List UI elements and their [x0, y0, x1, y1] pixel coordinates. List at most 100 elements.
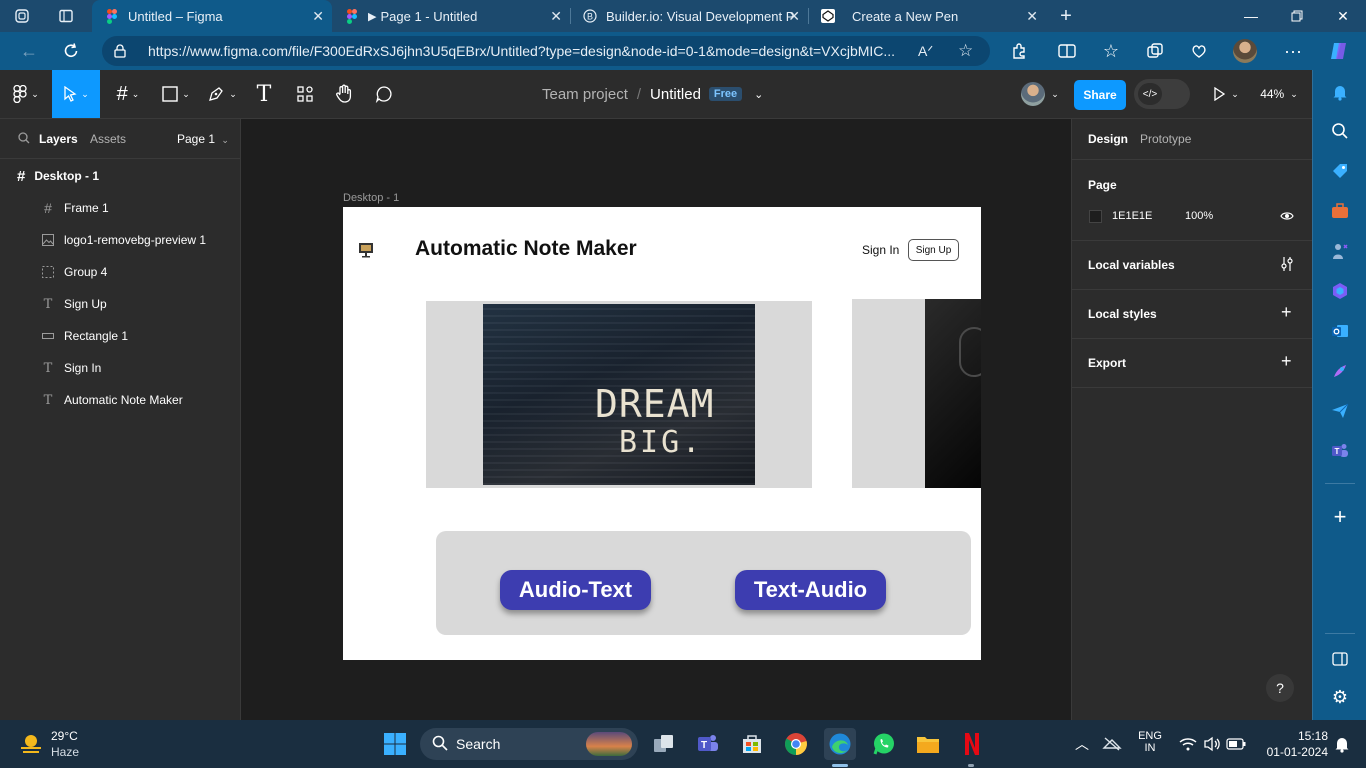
page-color-swatch[interactable] — [1089, 210, 1102, 223]
design-sign-up[interactable]: Sign Up — [908, 239, 959, 261]
task-view-icon[interactable] — [648, 728, 680, 760]
tab-assets[interactable]: Assets — [90, 132, 126, 146]
layer-row-rectangle-1[interactable]: Rectangle 1 — [0, 320, 240, 352]
search-icon[interactable] — [1328, 119, 1352, 143]
copilot-icon[interactable] — [1322, 32, 1356, 70]
local-styles-title[interactable]: Local styles — [1088, 307, 1157, 321]
shape-tool-button[interactable]: ⌄ — [156, 70, 196, 118]
resources-button[interactable] — [290, 70, 320, 118]
microsoft-store-icon[interactable] — [736, 728, 768, 760]
designer-icon[interactable] — [1328, 359, 1352, 383]
audio-text-button[interactable]: Audio-Text — [500, 570, 651, 610]
add-style-plus-icon[interactable]: + — [1281, 302, 1292, 323]
local-variables-title[interactable]: Local variables — [1088, 258, 1175, 272]
file-explorer-icon[interactable] — [912, 728, 944, 760]
teams-taskbar-icon[interactable]: T — [692, 728, 724, 760]
edge-taskbar-icon[interactable] — [824, 728, 856, 760]
close-tab-icon[interactable]: ✕ — [1026, 8, 1038, 25]
dream-big-image[interactable]: DREAM BIG. — [483, 304, 755, 485]
carousel-slide-1[interactable]: DREAM BIG. — [426, 301, 812, 488]
variables-adjust-icon[interactable] — [1280, 256, 1294, 277]
page-color-hex[interactable]: 1E1E1E — [1112, 210, 1152, 222]
extensions-icon[interactable] — [1002, 32, 1036, 70]
microsoft365-icon[interactable] — [1328, 279, 1352, 303]
comment-tool-button[interactable] — [370, 70, 398, 118]
move-tool-button[interactable]: ⌄ — [52, 70, 100, 118]
frame-tool-button[interactable]: # ⌄ — [108, 70, 148, 118]
frame-label[interactable]: Desktop - 1 — [343, 192, 399, 204]
hide-sidebar-icon[interactable] — [1328, 647, 1352, 671]
file-name[interactable]: Untitled — [650, 86, 701, 103]
hand-tool-button[interactable] — [330, 70, 358, 118]
chevron-down-icon[interactable]: ⌄ — [754, 88, 763, 101]
collections-icon[interactable] — [1138, 32, 1172, 70]
layer-row-frame-1[interactable]: # Frame 1 — [0, 192, 240, 224]
battery-icon[interactable] — [1220, 728, 1252, 760]
export-title[interactable]: Export — [1088, 356, 1126, 370]
favorites-icon[interactable]: ☆ — [1094, 32, 1128, 70]
split-screen-icon[interactable] — [1050, 32, 1084, 70]
read-aloud-icon[interactable]: Aᐟ — [918, 43, 933, 60]
add-export-plus-icon[interactable]: + — [1281, 351, 1292, 372]
tab-codepen[interactable]: Create a New Pen ✕ — [810, 0, 1046, 32]
present-button[interactable]: ⌄ — [1206, 70, 1246, 118]
taskbar-search-box[interactable]: Search — [420, 728, 638, 760]
user-avatar-button[interactable]: ⌄ — [1016, 70, 1064, 118]
eye-icon[interactable] — [1280, 209, 1294, 227]
breadcrumb-team[interactable]: Team project — [542, 86, 628, 103]
teams-icon[interactable]: T — [1328, 439, 1352, 463]
tab-figma-untitled[interactable]: Untitled – Figma ✕ — [92, 0, 332, 32]
new-tab-icon[interactable]: + — [1054, 0, 1078, 32]
chrome-icon[interactable] — [780, 728, 812, 760]
network-offline-icon[interactable] — [1096, 728, 1128, 760]
layer-row-group-4[interactable]: Group 4 — [0, 256, 240, 288]
clock[interactable]: 15:18 01-01-2024 — [1258, 729, 1328, 759]
tab-layers[interactable]: Layers — [39, 132, 78, 146]
help-button[interactable]: ? — [1266, 674, 1294, 702]
language-indicator[interactable]: ENG IN — [1138, 730, 1162, 754]
netflix-icon[interactable] — [956, 728, 988, 760]
outlook-icon[interactable] — [1328, 319, 1352, 343]
add-sidebar-app-plus-icon[interactable]: + — [1328, 504, 1352, 529]
dev-mode-toggle[interactable]: </> — [1134, 79, 1190, 109]
back-icon[interactable]: ← — [12, 32, 46, 70]
close-window-icon[interactable]: ✕ — [1320, 0, 1366, 32]
address-bar[interactable]: https://www.figma.com/file/F300EdRxSJ6jh… — [102, 36, 990, 66]
refresh-icon[interactable] — [54, 32, 88, 70]
close-tab-icon[interactable]: ✕ — [788, 8, 800, 25]
layer-row-automatic-note-maker[interactable]: T Automatic Note Maker — [0, 384, 240, 416]
text-tool-button[interactable]: T — [250, 70, 278, 118]
notifications-bell-icon[interactable] — [1326, 728, 1358, 760]
desktop-frame[interactable]: Automatic Note Maker Sign In Sign Up DRE… — [343, 207, 981, 660]
minimize-icon[interactable]: — — [1228, 0, 1274, 32]
zoom-dropdown[interactable]: 44% ⌄ — [1254, 70, 1304, 118]
restore-icon[interactable] — [1274, 0, 1320, 32]
design-sign-in[interactable]: Sign In — [862, 243, 899, 257]
page-selector[interactable]: Page 1 ⌄ — [177, 132, 229, 146]
weather-haze-icon[interactable] — [18, 731, 44, 762]
tools-briefcase-icon[interactable] — [1328, 199, 1352, 223]
text-audio-button[interactable]: Text-Audio — [735, 570, 886, 610]
weather-temperature[interactable]: 29°C — [51, 729, 78, 743]
tab-prototype[interactable]: Prototype — [1140, 132, 1191, 146]
layer-row-logo[interactable]: logo1-removebg-preview 1 — [0, 224, 240, 256]
windows-start-icon[interactable] — [379, 728, 411, 760]
main-menu-button[interactable]: ⌄ — [6, 70, 46, 118]
close-tab-icon[interactable]: ✕ — [550, 8, 562, 25]
rectangle-1[interactable]: Audio-Text Text-Audio — [436, 531, 971, 635]
favorite-star-icon[interactable]: ☆ — [958, 41, 973, 61]
tab-actions-icon[interactable] — [58, 0, 80, 32]
shopping-tag-icon[interactable] — [1328, 159, 1352, 183]
pen-tool-button[interactable]: ⌄ — [202, 70, 242, 118]
profile-avatar[interactable] — [1228, 32, 1262, 70]
layer-row-sign-in[interactable]: T Sign In — [0, 352, 240, 384]
settings-more-icon[interactable]: ··· — [1276, 32, 1310, 70]
workspaces-icon[interactable] — [14, 0, 40, 32]
design-canvas[interactable]: Desktop - 1 Automatic Note Maker Sign In… — [241, 119, 1071, 720]
search-icon[interactable] — [18, 132, 30, 147]
whatsapp-icon[interactable] — [868, 728, 900, 760]
close-tab-icon[interactable]: ✕ — [312, 8, 324, 25]
layer-row-desktop-1[interactable]: # Desktop - 1 — [0, 160, 240, 192]
carousel-slide-2[interactable] — [852, 299, 981, 488]
tab-builder-io[interactable]: B Builder.io: Visual Development P ✕ — [572, 0, 808, 32]
